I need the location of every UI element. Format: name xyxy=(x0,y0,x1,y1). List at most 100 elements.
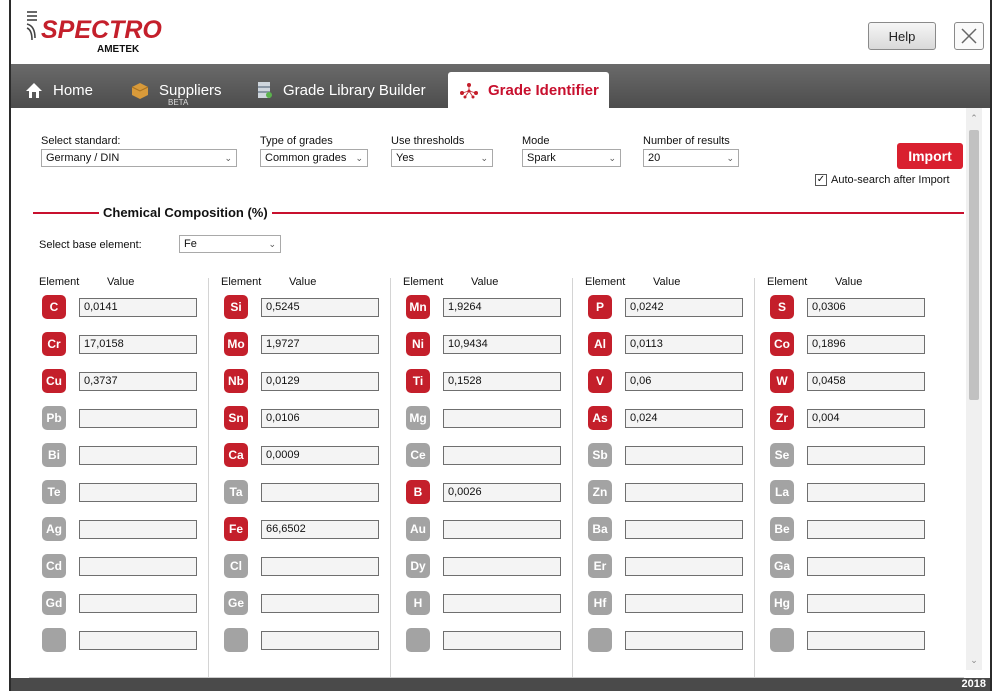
element-button-more[interactable] xyxy=(406,628,430,652)
element-value-te[interactable] xyxy=(79,483,197,502)
element-button-hg[interactable]: Hg xyxy=(770,591,794,615)
element-button-mg[interactable]: Mg xyxy=(406,406,430,430)
element-button-bi[interactable]: Bi xyxy=(42,443,66,467)
element-value-ge[interactable] xyxy=(261,594,379,613)
element-value-sb[interactable] xyxy=(625,446,743,465)
element-value-as[interactable]: 0,024 xyxy=(625,409,743,428)
element-value-er[interactable] xyxy=(625,557,743,576)
element-button-more[interactable] xyxy=(42,628,66,652)
element-button-h[interactable]: H xyxy=(406,591,430,615)
element-button-te[interactable]: Te xyxy=(42,480,66,504)
element-value-al[interactable]: 0,0113 xyxy=(625,335,743,354)
element-button-al[interactable]: Al xyxy=(588,332,612,356)
element-value-more[interactable] xyxy=(261,631,379,650)
element-button-ta[interactable]: Ta xyxy=(224,480,248,504)
element-button-la[interactable]: La xyxy=(770,480,794,504)
element-value-ta[interactable] xyxy=(261,483,379,502)
element-value-ce[interactable] xyxy=(443,446,561,465)
element-value-cr[interactable]: 17,0158 xyxy=(79,335,197,354)
element-value-be[interactable] xyxy=(807,520,925,539)
element-button-sb[interactable]: Sb xyxy=(588,443,612,467)
element-value-ag[interactable] xyxy=(79,520,197,539)
element-button-ga[interactable]: Ga xyxy=(770,554,794,578)
element-value-gd[interactable] xyxy=(79,594,197,613)
element-value-ba[interactable] xyxy=(625,520,743,539)
element-button-ag[interactable]: Ag xyxy=(42,517,66,541)
element-value-zr[interactable]: 0,004 xyxy=(807,409,925,428)
element-value-ni[interactable]: 10,9434 xyxy=(443,335,561,354)
results-select[interactable]: 20 ⌄ xyxy=(643,149,739,167)
element-button-s[interactable]: S xyxy=(770,295,794,319)
element-button-ti[interactable]: Ti xyxy=(406,369,430,393)
element-button-ba[interactable]: Ba xyxy=(588,517,612,541)
element-value-mo[interactable]: 1,9727 xyxy=(261,335,379,354)
element-button-cl[interactable]: Cl xyxy=(224,554,248,578)
element-button-hf[interactable]: Hf xyxy=(588,591,612,615)
element-value-co[interactable]: 0,1896 xyxy=(807,335,925,354)
element-value-h[interactable] xyxy=(443,594,561,613)
element-button-ce[interactable]: Ce xyxy=(406,443,430,467)
element-value-la[interactable] xyxy=(807,483,925,502)
element-button-as[interactable]: As xyxy=(588,406,612,430)
element-value-w[interactable]: 0,0458 xyxy=(807,372,925,391)
element-button-more[interactable] xyxy=(770,628,794,652)
element-button-cr[interactable]: Cr xyxy=(42,332,66,356)
help-button[interactable]: Help xyxy=(868,22,936,50)
element-value-sn[interactable]: 0,0106 xyxy=(261,409,379,428)
element-value-ti[interactable]: 0,1528 xyxy=(443,372,561,391)
tab-grade-library-builder[interactable]: Grade Library Builder xyxy=(253,72,426,108)
grades-select[interactable]: Common grades ⌄ xyxy=(260,149,368,167)
element-button-more[interactable] xyxy=(224,628,248,652)
element-button-ni[interactable]: Ni xyxy=(406,332,430,356)
element-button-nb[interactable]: Nb xyxy=(224,369,248,393)
element-button-cu[interactable]: Cu xyxy=(42,369,66,393)
element-button-pb[interactable]: Pb xyxy=(42,406,66,430)
element-value-s[interactable]: 0,0306 xyxy=(807,298,925,317)
element-value-pb[interactable] xyxy=(79,409,197,428)
thresholds-select[interactable]: Yes ⌄ xyxy=(391,149,493,167)
element-button-more[interactable] xyxy=(588,628,612,652)
element-button-ge[interactable]: Ge xyxy=(224,591,248,615)
vertical-scrollbar[interactable]: ⌃ ⌄ xyxy=(966,108,982,670)
element-button-dy[interactable]: Dy xyxy=(406,554,430,578)
element-button-si[interactable]: Si xyxy=(224,295,248,319)
auto-search-checkbox[interactable]: ✓ Auto-search after Import xyxy=(815,174,950,186)
element-button-w[interactable]: W xyxy=(770,369,794,393)
element-value-c[interactable]: 0,0141 xyxy=(79,298,197,317)
element-value-hf[interactable] xyxy=(625,594,743,613)
element-value-more[interactable] xyxy=(807,631,925,650)
element-value-more[interactable] xyxy=(443,631,561,650)
element-value-cd[interactable] xyxy=(79,557,197,576)
element-value-more[interactable] xyxy=(625,631,743,650)
element-value-ca[interactable]: 0,0009 xyxy=(261,446,379,465)
element-value-dy[interactable] xyxy=(443,557,561,576)
element-value-se[interactable] xyxy=(807,446,925,465)
element-value-zn[interactable] xyxy=(625,483,743,502)
element-button-fe[interactable]: Fe xyxy=(224,517,248,541)
base-element-select[interactable]: Fe ⌄ xyxy=(179,235,281,253)
element-value-mn[interactable]: 1,9264 xyxy=(443,298,561,317)
element-button-sn[interactable]: Sn xyxy=(224,406,248,430)
scroll-down-icon[interactable]: ⌄ xyxy=(966,652,982,668)
element-value-p[interactable]: 0,0242 xyxy=(625,298,743,317)
element-value-v[interactable]: 0,06 xyxy=(625,372,743,391)
tab-home[interactable]: Home xyxy=(23,72,93,108)
element-button-mn[interactable]: Mn xyxy=(406,295,430,319)
element-value-bi[interactable] xyxy=(79,446,197,465)
element-value-ga[interactable] xyxy=(807,557,925,576)
tab-grade-identifier[interactable]: Grade Identifier xyxy=(448,72,609,108)
element-button-p[interactable]: P xyxy=(588,295,612,319)
import-button[interactable]: Import xyxy=(897,143,963,169)
element-value-si[interactable]: 0,5245 xyxy=(261,298,379,317)
element-button-mo[interactable]: Mo xyxy=(224,332,248,356)
element-value-fe[interactable]: 66,6502 xyxy=(261,520,379,539)
element-button-ca[interactable]: Ca xyxy=(224,443,248,467)
element-button-se[interactable]: Se xyxy=(770,443,794,467)
standard-select[interactable]: Germany / DIN ⌄ xyxy=(41,149,237,167)
element-button-gd[interactable]: Gd xyxy=(42,591,66,615)
close-button[interactable] xyxy=(954,22,984,50)
element-value-more[interactable] xyxy=(79,631,197,650)
element-button-be[interactable]: Be xyxy=(770,517,794,541)
element-value-cu[interactable]: 0,3737 xyxy=(79,372,197,391)
element-value-cl[interactable] xyxy=(261,557,379,576)
